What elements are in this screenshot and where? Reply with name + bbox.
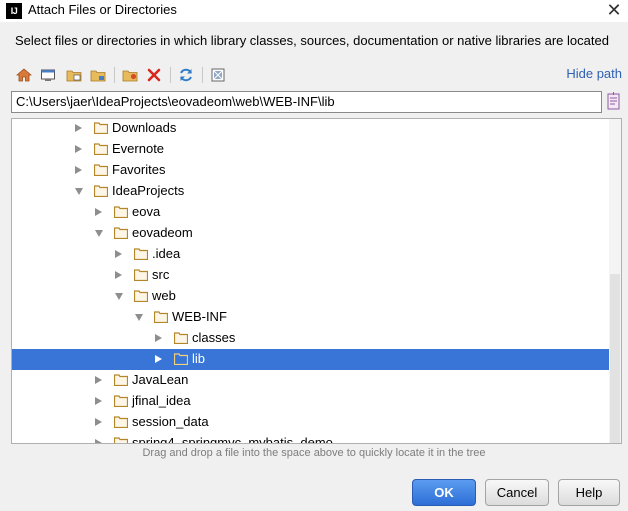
collapsed-arrow-icon[interactable] (95, 208, 102, 216)
folder-icon (134, 269, 148, 281)
hide-path-link[interactable]: Hide path (566, 66, 622, 81)
tree-node-label: src (152, 267, 170, 282)
tree-node[interactable]: IdeaProjects (12, 181, 609, 202)
toolbar-separator (114, 67, 115, 83)
tree-node[interactable]: JavaLean (12, 370, 609, 391)
tree-node[interactable]: eova (12, 202, 609, 223)
collapsed-arrow-icon[interactable] (95, 397, 102, 405)
path-input[interactable]: C:\Users\jaer\IdeaProjects\eovadeom\web\… (11, 91, 602, 113)
tree-node-label: Favorites (112, 162, 166, 177)
tree-node-label: jfinal_idea (132, 393, 191, 408)
expanded-arrow-icon[interactable] (75, 188, 83, 195)
expanded-arrow-icon[interactable] (135, 314, 143, 321)
collapsed-arrow-icon[interactable] (95, 418, 102, 426)
folder-icon (94, 185, 108, 197)
module-folder-icon[interactable] (88, 65, 108, 85)
folder-icon (174, 332, 188, 344)
expanded-arrow-icon[interactable] (95, 230, 103, 237)
toolbar-separator (202, 67, 203, 83)
folder-icon (174, 353, 188, 365)
tree-node-label: web (152, 288, 176, 303)
cancel-button[interactable]: Cancel (485, 479, 549, 506)
folder-icon (134, 248, 148, 260)
tree-node[interactable]: lib (12, 349, 609, 370)
tree-scrollbar[interactable] (609, 119, 621, 443)
folder-icon (114, 437, 128, 443)
tree-node[interactable]: classes (12, 328, 609, 349)
project-folder-icon[interactable] (64, 65, 84, 85)
tree-node-label: Evernote (112, 141, 165, 156)
tree-node[interactable]: src (12, 265, 609, 286)
folder-icon (114, 206, 128, 218)
tree-node[interactable]: .idea (12, 244, 609, 265)
collapsed-arrow-icon[interactable] (155, 355, 162, 363)
show-hidden-icon[interactable] (208, 65, 228, 85)
tree-node-label: eovadeom (132, 225, 193, 240)
tree-node[interactable]: spring4_springmvc_mybatis_demo (12, 433, 609, 444)
tree-node[interactable]: WEB-INF (12, 307, 609, 328)
collapsed-arrow-icon[interactable] (155, 334, 162, 342)
scrollbar-thumb[interactable] (610, 274, 620, 443)
new-folder-icon[interactable] (120, 65, 140, 85)
help-button[interactable]: Help (558, 479, 620, 506)
tree-node[interactable]: eovadeom (12, 223, 609, 244)
dialog-title: Attach Files or Directories (28, 2, 177, 17)
path-history-icon[interactable] (606, 92, 622, 112)
tree-node-label: JavaLean (132, 372, 189, 387)
toolbar (14, 65, 244, 85)
collapsed-arrow-icon[interactable] (75, 166, 82, 174)
folder-icon (114, 227, 128, 239)
tree-node[interactable]: Evernote (12, 139, 609, 160)
tree-node-label: WEB-INF (172, 309, 227, 324)
collapsed-arrow-icon[interactable] (75, 124, 82, 132)
tree-node-label: classes (192, 330, 236, 345)
desktop-icon[interactable] (38, 65, 58, 85)
tree-node-label: lib (192, 351, 206, 366)
tree-node-label: IdeaProjects (112, 183, 185, 198)
collapsed-arrow-icon[interactable] (75, 145, 82, 153)
refresh-icon[interactable] (176, 65, 196, 85)
tree-node-label: Downloads (112, 120, 177, 135)
delete-icon[interactable] (144, 65, 164, 85)
home-icon[interactable] (14, 65, 34, 85)
title-bar: IJ Attach Files or Directories ✕ (0, 0, 628, 22)
tree-node[interactable]: session_data (12, 412, 609, 433)
folder-icon (134, 290, 148, 302)
folder-icon (114, 395, 128, 407)
intellij-app-icon: IJ (6, 3, 22, 19)
tree-node-label: eova (132, 204, 161, 219)
tree-node-label: spring4_springmvc_mybatis_demo (132, 435, 333, 444)
tree-node[interactable]: Favorites (12, 160, 609, 181)
collapsed-arrow-icon[interactable] (115, 250, 122, 258)
collapsed-arrow-icon[interactable] (115, 271, 122, 279)
folder-icon (154, 311, 168, 323)
dialog-description: Select files or directories in which lib… (15, 33, 609, 48)
folder-icon (94, 143, 108, 155)
tree-node[interactable]: jfinal_idea (12, 391, 609, 412)
folder-icon (114, 374, 128, 386)
ok-button[interactable]: OK (412, 479, 476, 506)
tree-node[interactable]: web (12, 286, 609, 307)
tree-node-label: .idea (152, 246, 181, 261)
drag-drop-hint: Drag and drop a file into the space abov… (142, 447, 486, 459)
tree-node[interactable]: Downloads (12, 119, 609, 139)
folder-icon (94, 122, 108, 134)
tree-node-label: session_data (132, 414, 209, 429)
file-tree[interactable]: Downloads Evernote Favorites IdeaProjects eo… (11, 118, 622, 444)
close-icon[interactable]: ✕ (606, 1, 622, 19)
folder-icon (94, 164, 108, 176)
collapsed-arrow-icon[interactable] (95, 376, 102, 384)
expanded-arrow-icon[interactable] (115, 293, 123, 300)
collapsed-arrow-icon[interactable] (95, 439, 102, 443)
folder-icon (114, 416, 128, 428)
toolbar-separator (170, 67, 171, 83)
